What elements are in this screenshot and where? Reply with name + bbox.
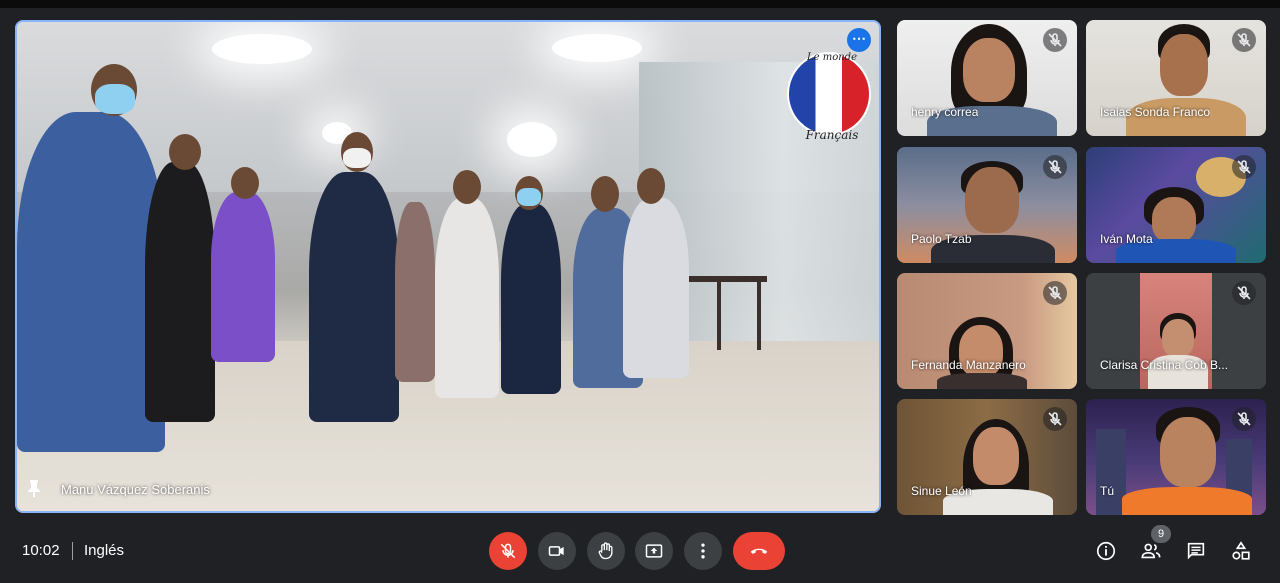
person [17,112,165,452]
participant-face [1160,417,1216,487]
person [309,172,399,422]
participant-face [1160,34,1208,96]
person [395,202,435,382]
participant-tile[interactable]: Clarisa Cristina Cob B... [1086,273,1266,389]
participant-name: Fernanda Manzanero [911,358,1026,372]
pin-icon[interactable] [27,479,41,497]
table-leg [717,280,721,350]
person [623,198,689,378]
person [435,198,499,398]
meeting-name: Inglés [84,542,125,559]
person [211,192,275,362]
person-head [453,170,481,204]
activities-icon [1232,541,1250,560]
table-leg [757,280,761,350]
face-mask [517,188,541,206]
mic-off-icon [1232,155,1256,179]
chat-icon [1187,542,1205,560]
logo-title: Le monde [807,52,857,63]
mic-off-icon [1043,281,1067,305]
participant-name: Iván Mota [1100,232,1153,246]
camera-toggle-button[interactable] [538,532,576,570]
leave-call-button[interactable] [733,532,785,570]
mic-off-icon [1043,28,1067,52]
logo-subtitle: Français [805,128,859,142]
person [145,162,215,422]
chat-button[interactable] [1183,538,1209,564]
mic-off-icon [1232,28,1256,52]
more-options-button[interactable] [684,532,722,570]
participant-name: Tú [1100,484,1115,498]
participant-body [937,373,1027,389]
videocam-icon [548,546,564,556]
tile-more-options-button[interactable]: ⋯ [847,28,871,52]
person-head [169,134,201,170]
person-head [231,167,259,199]
main-video-tile[interactable]: Le monde Français ⋯ Manu Vázquez Soberan… [15,20,881,513]
people-icon [1141,543,1161,559]
participant-name: henry correa [911,105,979,119]
face-mask [343,148,371,168]
call-end-icon [750,548,768,554]
top-bar [0,0,1280,8]
microphone-toggle-button[interactable] [489,532,527,570]
present-screen-icon [645,544,663,558]
meeting-details-button[interactable] [1093,538,1119,564]
ceiling-light [212,34,312,64]
info-icon [1096,541,1116,561]
participant-tile[interactable]: Isaias Sonda Franco [1086,20,1266,136]
face-mask [95,84,135,114]
raise-hand-button[interactable] [587,532,625,570]
raise-hand-icon [598,542,613,560]
activities-button[interactable] [1228,538,1254,564]
person-head [637,168,665,204]
participant-body [1122,487,1252,515]
ceiling-light [552,34,642,62]
participant-face [1152,197,1196,243]
participant-name: Paolo Tzab [911,232,972,246]
more-vert-icon [701,543,705,559]
participant-name: Clarisa Cristina Cob B... [1100,358,1229,372]
meeting-time: 10:02 [22,542,60,559]
participant-name: Isaias Sonda Franco [1100,105,1211,119]
participant-face [973,427,1019,485]
participant-tile[interactable]: Iván Mota [1086,147,1266,263]
participant-name: Sinue León [911,484,972,498]
participant-face [1162,319,1194,357]
participant-face [965,167,1019,233]
divider [72,542,73,560]
participants-count-badge: 9 [1151,525,1171,543]
person [501,204,561,394]
participant-face [963,38,1015,102]
le-monde-francais-logo [787,52,871,136]
mic-off-icon [1043,407,1067,431]
mic-off-icon [1043,155,1067,179]
participant-tile[interactable]: Sinue León [897,399,1077,515]
participant-tile[interactable]: Fernanda Manzanero [897,273,1077,389]
participant-tile-self[interactable]: Tú [1086,399,1266,515]
participant-tile[interactable]: Paolo Tzab [897,147,1077,263]
present-screen-button[interactable] [635,532,673,570]
participant-tile[interactable]: henry correa [897,20,1077,136]
mic-off-icon [500,543,516,559]
person-head [591,176,619,212]
ceiling-light [507,122,557,157]
mic-off-icon [1232,281,1256,305]
mic-off-icon [1232,407,1256,431]
main-speaker-name: Manu Vázquez Soberanis [61,482,210,497]
